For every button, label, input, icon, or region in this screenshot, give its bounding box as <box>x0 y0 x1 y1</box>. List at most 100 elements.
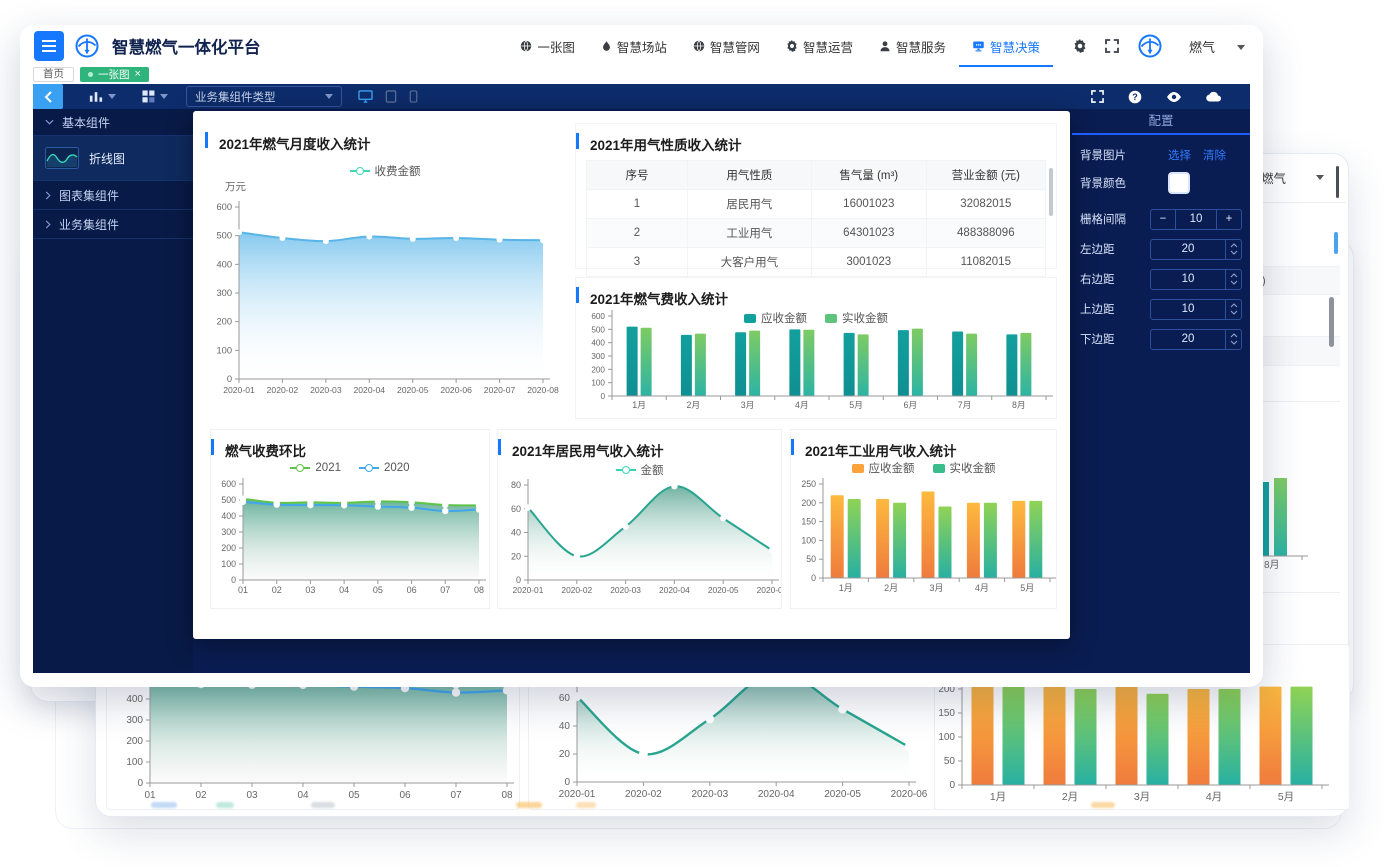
tab-one-map-active[interactable]: 一张图 × <box>80 67 149 82</box>
config-label: 背景颜色 <box>1080 175 1126 191</box>
nav-item-smart-station[interactable]: 智慧场站 <box>588 25 680 67</box>
device-preview-switch <box>358 90 418 103</box>
chart-legend: 金额 <box>498 462 781 478</box>
brand-logo-icon <box>74 33 100 59</box>
svg-text:03: 03 <box>305 585 315 595</box>
table-scrollbar-thumb[interactable] <box>1049 168 1053 216</box>
desktop-preview-icon[interactable] <box>358 90 373 103</box>
background-tenant-select[interactable]: 燃气 <box>1261 168 1324 187</box>
spinner-arrows-icon[interactable] <box>1225 270 1241 289</box>
nav-item-smart-operation[interactable]: 智慧运营 <box>773 25 866 67</box>
margin-left-input[interactable]: 20 <box>1150 239 1242 260</box>
legend-item[interactable]: 实收金额 <box>933 460 996 476</box>
panel-fee-mom: 燃气收费环比 2021 2020 01002003004005006000102… <box>210 429 490 609</box>
panel-title: 燃气收费环比 <box>211 430 489 460</box>
spinner-arrows-icon[interactable] <box>1225 240 1241 259</box>
chart-fee-income: 01002003004005006001月2月3月4月5月6月7月8月 <box>580 304 1054 416</box>
svg-text:4月: 4月 <box>975 583 989 593</box>
nav-label: 智慧运营 <box>803 37 853 56</box>
svg-text:0: 0 <box>231 575 236 585</box>
svg-text:6月: 6月 <box>904 400 918 410</box>
help-icon[interactable]: ? <box>1128 90 1142 104</box>
panel-monthly-income: 2021年燃气月度收入统计 收费金额 万元 010020030040050060… <box>205 123 565 419</box>
bg-color-swatch[interactable] <box>1168 172 1190 194</box>
svg-text:150: 150 <box>801 517 816 527</box>
margin-right-input[interactable]: 10 <box>1150 269 1242 290</box>
tenant-select[interactable]: 燃气 <box>1189 37 1245 56</box>
legend-item[interactable]: 收费金额 <box>350 163 421 179</box>
input-value: 20 <box>1151 240 1225 259</box>
svg-text:2020-08: 2020-08 <box>527 385 559 395</box>
fullscreen-icon[interactable] <box>1105 39 1119 53</box>
margin-top-input[interactable]: 10 <box>1150 299 1242 320</box>
legend-fragment <box>311 802 335 808</box>
fullscreen-icon[interactable] <box>1091 90 1104 103</box>
svg-text:2020-06: 2020-06 <box>440 385 472 395</box>
spinner-arrows-icon[interactable] <box>1225 300 1241 319</box>
nav-item-smart-pipeline[interactable]: 智慧管网 <box>680 25 773 67</box>
grid-gap-stepper[interactable]: − 10 + <box>1150 209 1242 230</box>
sidebar-group-business[interactable]: 业务集组件 <box>33 210 193 239</box>
table-row[interactable]: 3 大客户用气 3001023 11082015 <box>587 248 1046 277</box>
svg-text:02: 02 <box>195 790 207 801</box>
svg-text:03: 03 <box>246 790 258 801</box>
svg-text:2月: 2月 <box>884 583 898 593</box>
config-label: 栅格间隔 <box>1080 211 1126 227</box>
svg-text:100: 100 <box>938 732 955 743</box>
tablet-preview-icon[interactable] <box>385 90 397 103</box>
nav-item-smart-decision[interactable]: 智慧决策 <box>959 25 1053 67</box>
margin-bottom-input[interactable]: 20 <box>1150 329 1242 350</box>
chevron-right-icon <box>45 220 51 229</box>
usage-table: 序号 用气性质 售气量 (m³) 营业金额 (元) 1 居民用气 1600102… <box>586 160 1046 277</box>
sidebar-group-basic[interactable]: 基本组件 <box>33 109 193 136</box>
decrement-button[interactable]: − <box>1151 210 1175 229</box>
legend-item[interactable]: 应收金额 <box>852 460 915 476</box>
table-row[interactable]: 2 工业用气 64301023 488388096 <box>587 219 1046 248</box>
legend-label: 收费金额 <box>375 163 421 179</box>
table-scrollbar-thumb[interactable] <box>1329 297 1334 347</box>
widgets-dropdown[interactable] <box>142 90 168 103</box>
bg-image-clear-link[interactable]: 清除 <box>1203 147 1226 163</box>
cloud-save-icon[interactable] <box>1206 91 1222 102</box>
component-type-select[interactable]: 业务集组件类型 <box>186 86 342 107</box>
hamburger-menu-button[interactable] <box>34 31 64 61</box>
svg-text:08: 08 <box>474 585 484 595</box>
preview-eye-icon[interactable] <box>1166 91 1182 103</box>
table-row[interactable]: 1 居民用气 16001023 32082015 <box>587 190 1046 219</box>
tab-home[interactable]: 首页 <box>33 67 74 82</box>
config-label: 左边距 <box>1080 241 1115 257</box>
settings-gear-icon[interactable] <box>1073 39 1087 53</box>
group-label: 基本组件 <box>62 114 110 131</box>
scrollbar-fragment[interactable] <box>1336 166 1339 198</box>
navbar-right-tools: 燃气 <box>1073 33 1245 59</box>
chart-type-dropdown[interactable] <box>89 90 116 103</box>
svg-text:2020-05: 2020-05 <box>397 385 429 395</box>
phone-preview-icon[interactable] <box>409 90 418 103</box>
main-nav-menu: 一张图 智慧场站 智慧管网 智慧运营 智慧服务 智慧决策 <box>507 25 1053 67</box>
chart-monthly-income: 01002003004005006002020-012020-022020-03… <box>209 191 561 409</box>
sidebar-item-line-chart[interactable]: 折线图 <box>33 136 193 181</box>
svg-text:300: 300 <box>591 352 605 361</box>
bg-image-select-link[interactable]: 选择 <box>1168 147 1191 163</box>
close-icon[interactable]: × <box>135 69 141 80</box>
svg-text:01: 01 <box>144 790 156 801</box>
panel-title: 2021年居民用气收入统计 <box>498 430 781 460</box>
collapse-left-button[interactable] <box>33 84 63 109</box>
scrollbar-accent-fragment <box>1334 232 1338 254</box>
svg-text:2020-02: 2020-02 <box>561 585 592 595</box>
svg-text:600: 600 <box>591 312 605 321</box>
nav-item-one-map[interactable]: 一张图 <box>507 25 588 67</box>
table-row-fragment <box>1258 336 1340 366</box>
nav-item-smart-service[interactable]: 智慧服务 <box>866 25 959 67</box>
spinner-arrows-icon[interactable] <box>1225 330 1241 349</box>
legend-item[interactable]: 金额 <box>616 462 664 478</box>
legend-item[interactable]: 2021 <box>290 462 341 474</box>
sidebar-group-chartset[interactable]: 图表集组件 <box>33 181 193 210</box>
increment-button[interactable]: + <box>1217 210 1241 229</box>
svg-text:100: 100 <box>591 379 605 388</box>
legend-item[interactable]: 2020 <box>359 462 410 474</box>
svg-text:4月: 4月 <box>1206 791 1222 803</box>
svg-text:02: 02 <box>272 585 282 595</box>
nav-label: 智慧服务 <box>896 37 946 56</box>
svg-text:2020-01: 2020-01 <box>559 789 596 800</box>
